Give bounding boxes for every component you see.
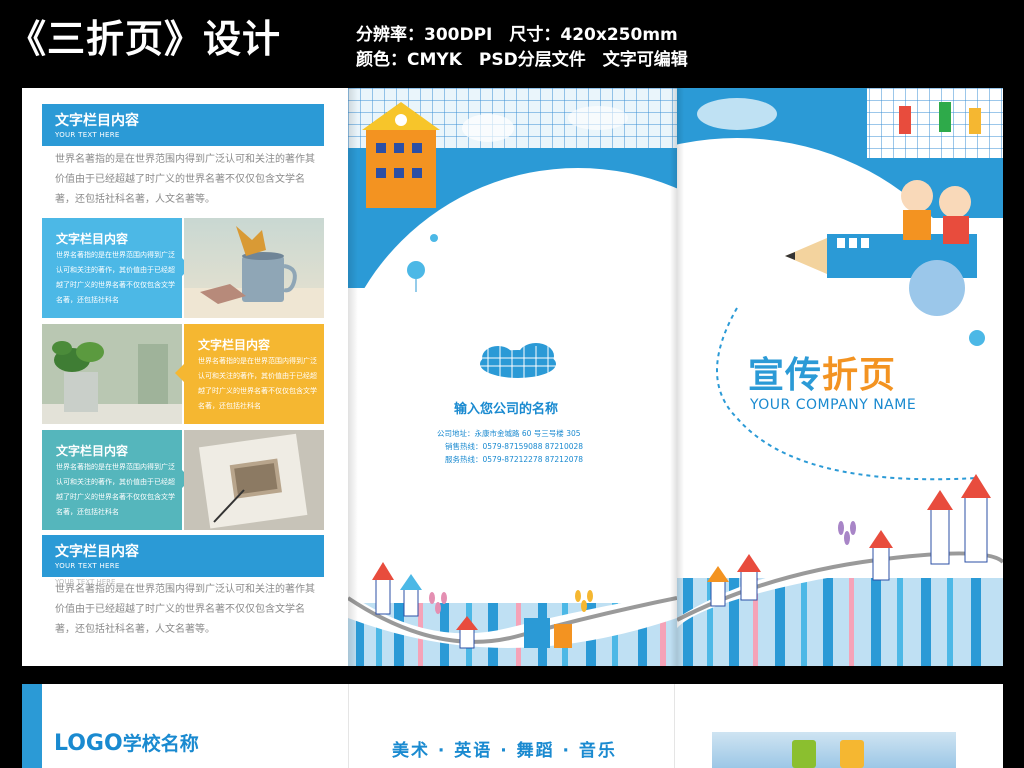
content-row-2: 文字栏目内容 世界名著指的是在世界范围内得到广泛认可和关注的著作，其价值由于已经… <box>42 324 324 424</box>
middle-panel <box>328 88 828 668</box>
text-box-blue: 文字栏目内容 世界名著指的是在世界范围内得到广泛认可和关注的著作，其价值由于已经… <box>42 218 182 318</box>
plant-pot-photo <box>42 324 182 424</box>
specs-line-2: 颜色：CMYK PSD分层文件 文字可编辑 <box>356 50 688 70</box>
fold-shadow <box>348 88 358 666</box>
sales-hotline: 销售热线：0579-87159088 87210028 <box>445 442 584 451</box>
row-body: 世界名著指的是在世界范围内得到广泛认可和关注的著作，其价值由于已经超越了时广义的… <box>198 357 317 410</box>
brand-title-text: 宣传折页 <box>748 355 897 396</box>
arrow-pointer <box>175 364 184 382</box>
brand-title: 宣传折页 <box>748 346 896 398</box>
row-body: 世界名著指的是在世界范围内得到广泛认可和关注的著作，其价值由于已经超越了时广义的… <box>56 463 175 516</box>
section-header-2: 文字栏目内容 YOUR TEXT HERE <box>42 535 324 577</box>
service-hotline: 服务热线：0579-87212278 87212078 <box>445 455 584 464</box>
yellow-cup <box>840 740 864 768</box>
row-body: 世界名著指的是在世界范围内得到广泛认可和关注的著作，其价值由于已经超越了时广义的… <box>56 251 175 304</box>
section-body-2: 世界名著指的是在世界范围内得到广泛认可和关注的著作其价值由于已经超越了时广义的世… <box>55 584 315 635</box>
company-address: 公司地址：永康市金城路 60 号三号楼 305 <box>437 429 581 438</box>
accent-bar <box>22 684 42 768</box>
logo: LOGO学校名称 <box>54 729 199 756</box>
section-subtitle: YOUR TEXT HERE <box>55 562 120 570</box>
fold-line <box>674 684 675 768</box>
text-box-teal: 文字栏目内容 世界名著指的是在世界范围内得到广泛认可和关注的著作，其价值由于已经… <box>42 430 182 530</box>
row-title: 文字栏目内容 <box>198 338 271 352</box>
subjects-line: 美术 · 英语 · 舞蹈 · 音乐 <box>392 741 617 761</box>
brand-english: YOUR COMPANY NAME <box>750 397 917 413</box>
section-subtitle: YOUR TEXT HERE <box>55 131 120 139</box>
page-title: 《三折页》设计 <box>8 17 282 61</box>
company-name: 输入您公司的名称 <box>454 402 559 417</box>
fold-line <box>348 684 349 768</box>
row-title: 文字栏目内容 <box>56 232 129 246</box>
row-title: 文字栏目内容 <box>56 444 129 458</box>
section-header-1: 文字栏目内容 YOUR TEXT HERE <box>42 104 324 146</box>
section-title: 文字栏目内容 <box>55 113 139 129</box>
green-cup <box>792 740 816 768</box>
text-box-yellow: 文字栏目内容 世界名著指的是在世界范围内得到广泛认可和关注的著作，其价值由于已经… <box>184 324 324 424</box>
logo-text: LOGO <box>54 731 123 756</box>
notebook-photo <box>184 430 324 530</box>
specs-line-1: 分辨率：300DPI 尺寸：420x250mm <box>356 25 678 45</box>
section-body-1: 世界名著指的是在世界范围内得到广泛认可和关注的著作其价值由于已经超越了时广义的世… <box>55 154 315 205</box>
cups-photo <box>712 732 956 768</box>
school-name: 学校名称 <box>122 733 199 755</box>
content-row-1: 文字栏目内容 世界名著指的是在世界范围内得到广泛认可和关注的著作，其价值由于已经… <box>42 218 324 318</box>
middle-panel-art <box>328 88 828 668</box>
fold-shadow <box>670 88 684 666</box>
content-row-3: 文字栏目内容 世界名著指的是在世界范围内得到广泛认可和关注的著作，其价值由于已经… <box>42 430 324 530</box>
section-title: 文字栏目内容 <box>55 544 139 560</box>
leaf-cup-photo <box>184 218 324 318</box>
